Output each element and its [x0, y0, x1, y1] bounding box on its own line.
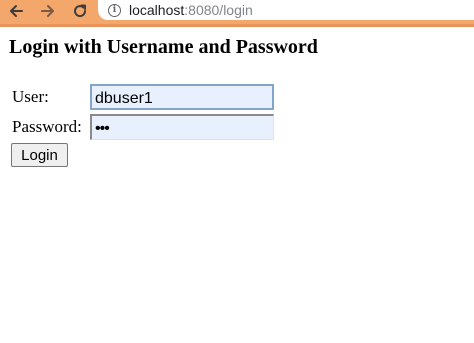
address-bar[interactable]: i localhost:8080/login: [98, 0, 474, 20]
forward-button[interactable]: [34, 0, 62, 22]
arrow-left-icon: [10, 5, 23, 17]
login-button[interactable]: Login: [11, 143, 68, 167]
password-field[interactable]: •••: [90, 114, 274, 140]
url-path: :8080/login: [184, 2, 253, 18]
username-field[interactable]: dbuser1: [90, 84, 274, 110]
url-text: localhost:8080/login: [129, 2, 253, 18]
arrow-right-icon: [41, 5, 54, 17]
password-label: Password:: [12, 117, 82, 136]
reload-icon: [74, 4, 87, 18]
reload-button[interactable]: [66, 0, 94, 22]
back-button[interactable]: [2, 0, 30, 22]
page-title: Login with Username and Password: [9, 36, 318, 58]
username-label: User:: [12, 87, 49, 106]
toolbar-divider: [0, 24, 474, 27]
info-icon[interactable]: i: [108, 3, 121, 17]
url-host: localhost: [129, 2, 185, 18]
